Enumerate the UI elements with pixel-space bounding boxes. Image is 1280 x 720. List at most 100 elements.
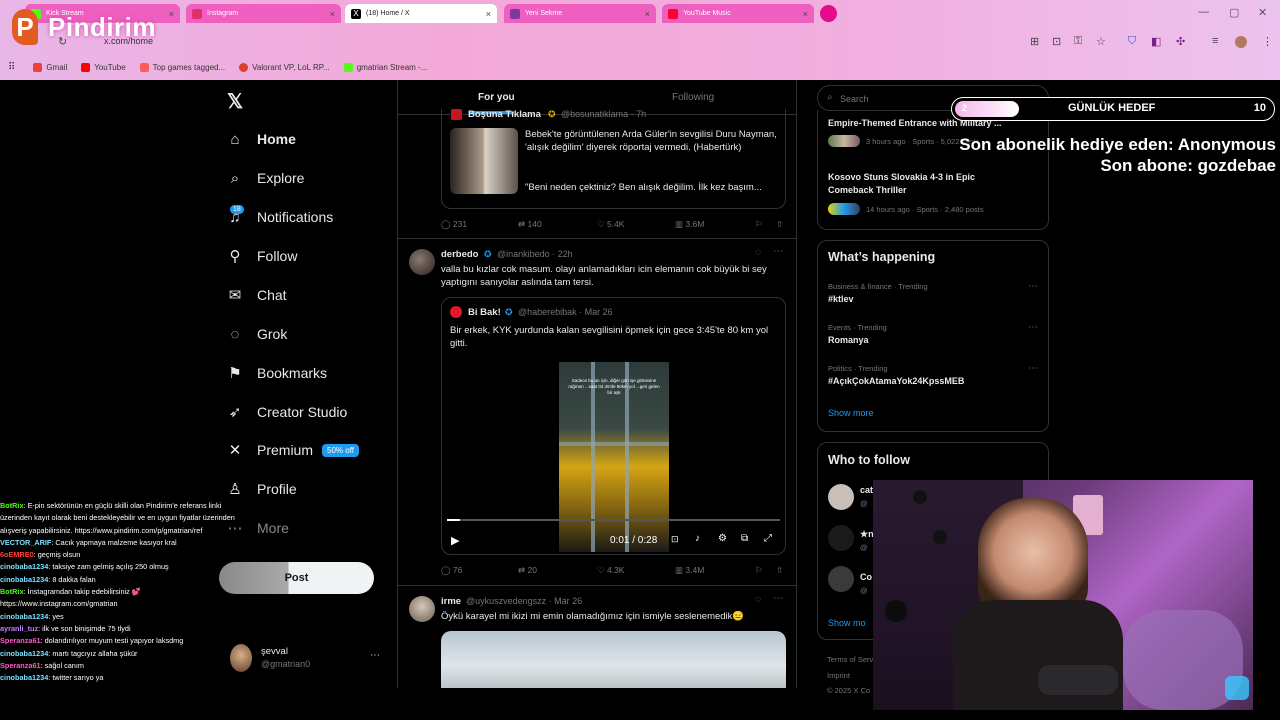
minimize-icon[interactable]: — (1198, 6, 1209, 18)
show-more-link[interactable]: Show more (828, 408, 874, 418)
reply-button[interactable]: ◯ 231 (441, 219, 467, 230)
like-button[interactable]: ♡ 4.3K (597, 565, 624, 576)
maximize-icon[interactable]: ▢ (1229, 6, 1239, 19)
play-icon[interactable]: ▶ (451, 534, 459, 547)
sidebar-item-chat[interactable]: ✉ Chat (226, 286, 287, 304)
bookmark-icon[interactable]: ⚐ (755, 565, 763, 576)
video-player[interactable]: Sadece bu an için, diğer gün işe gitmesi… (559, 362, 669, 552)
more-icon[interactable]: ⋯ (370, 650, 380, 661)
new-tab-button[interactable] (820, 5, 837, 22)
follow-name[interactable]: Co (860, 572, 872, 582)
sidebar-item-bookmarks[interactable]: ⚑ Bookmarks (226, 364, 327, 382)
puzzle-icon[interactable]: ✣ (1176, 35, 1185, 48)
quoted-image[interactable] (450, 128, 518, 194)
quoted-tweet[interactable]: Boşuna Tıklama ✪ @bosunatiklama · 7h Beb… (441, 109, 786, 209)
repost-button[interactable]: ⇄ 20 (518, 565, 537, 576)
tweet[interactable]: derbedo ✪ @inankibedo · 22h ◌ ⋯ valla bu… (398, 239, 796, 586)
close-icon[interactable]: × (169, 9, 174, 19)
chat-username[interactable]: cinobaba1234 (0, 575, 48, 584)
repost-button[interactable]: ⇄ 140 (518, 219, 542, 230)
more-icon[interactable]: ⋯ (1028, 322, 1038, 333)
key-icon[interactable]: ⚿ (1074, 35, 1082, 48)
kebab-menu-icon[interactable]: ⋮ (1262, 35, 1273, 48)
close-icon[interactable]: × (803, 9, 808, 19)
more-icon[interactable]: ⋯ (773, 246, 783, 257)
apps-grid-icon[interactable]: ⠿ (8, 62, 15, 73)
extension-icon[interactable]: ◧ (1151, 35, 1161, 48)
sidebar-item-creator-studio[interactable]: ➶ Creator Studio (226, 403, 348, 421)
tab-for-you[interactable]: For you (478, 92, 515, 103)
fullscreen-icon[interactable]: ⤢ (764, 533, 772, 544)
avatar[interactable] (1235, 36, 1247, 48)
chat-username[interactable]: BotRix (0, 501, 24, 510)
bookmark-gmail[interactable]: Gmail (33, 62, 67, 72)
share-icon[interactable]: ⇧ (776, 565, 783, 576)
user-name[interactable]: derbedo (441, 249, 478, 260)
chat-username[interactable]: Speranza61 (0, 636, 41, 645)
chat-username[interactable]: BotRix (0, 587, 24, 596)
sidebar-item-grok[interactable]: ◌ Grok (226, 325, 288, 343)
video-progress-track[interactable] (447, 519, 780, 521)
tab-following[interactable]: Following (672, 92, 714, 103)
footer-link[interactable]: Terms of Serv (827, 655, 873, 664)
tab-youtube-music[interactable]: YouTube Music × (662, 4, 814, 23)
settings-icon[interactable]: ⚙ (718, 533, 727, 544)
follow-name[interactable]: ★n (860, 529, 874, 540)
url-text[interactable]: x.com/home (104, 36, 153, 46)
trend-title[interactable]: #ktlev (828, 294, 854, 304)
captions-icon[interactable]: ⊡ (671, 534, 679, 545)
avatar[interactable] (409, 596, 435, 622)
avatar[interactable] (409, 249, 435, 275)
close-icon[interactable]: × (645, 9, 650, 19)
close-icon[interactable]: × (486, 9, 491, 19)
close-icon[interactable]: × (330, 9, 335, 19)
follow-name[interactable]: cat (860, 485, 873, 495)
views-button[interactable]: ▥ 3.4M (675, 565, 704, 576)
share-icon[interactable]: ⇧ (776, 219, 783, 230)
tab-x-home[interactable]: X (18) Home / X × (345, 4, 497, 23)
more-icon[interactable]: ⋯ (773, 593, 783, 604)
tab-instagram[interactable]: Instagram × (186, 4, 341, 23)
footer-link[interactable]: Imprint (827, 671, 850, 680)
sidebar-item-home[interactable]: ⌂ Home (226, 130, 295, 148)
chat-username[interactable]: 6oEMRE0 (0, 550, 34, 559)
chat-username[interactable]: VECTOR_ARIF (0, 538, 51, 547)
x-logo-icon[interactable]: 𝕏 (227, 89, 243, 114)
pip-icon[interactable]: ⧉ (741, 533, 748, 544)
chat-username[interactable]: ayranli_tuz (0, 624, 38, 633)
sidebar-item-explore[interactable]: ⌕ Explore (226, 169, 305, 187)
trend-title[interactable]: #AçıkÇokAtamaYok24KpssMEB (828, 376, 964, 386)
translate-icon[interactable]: ⊞ (1030, 35, 1039, 48)
chat-username[interactable]: Speranza61 (0, 661, 41, 670)
show-more-link[interactable]: Show mo (828, 618, 866, 628)
sidebar-item-follow[interactable]: ⚲ Follow (226, 247, 298, 265)
tweet[interactable]: Boşuna Tıklama ✪ @bosunatiklama · 7h Beb… (398, 109, 796, 239)
avatar[interactable] (828, 484, 854, 510)
bookmark-youtube[interactable]: YouTube (81, 62, 126, 72)
bookmark-valorant[interactable]: Valorant VP, LoL RP... (239, 62, 330, 72)
views-button[interactable]: ▥ 3.6M (675, 219, 704, 230)
address-bar[interactable]: x.com/home (90, 33, 1020, 51)
chat-username[interactable]: cinobaba1234 (0, 649, 48, 658)
tweet[interactable]: irme @uykuszvedengszz · Mar 26 ◌ ⋯ Öykü … (398, 586, 796, 688)
star-icon[interactable]: ☆ (1096, 35, 1106, 48)
sidebar-item-profile[interactable]: ♙ Profile (226, 480, 296, 498)
sidebar-item-premium[interactable]: ✕ Premium 50% off (226, 441, 359, 459)
user-name[interactable]: irme (441, 596, 461, 607)
like-button[interactable]: ♡ 5.4K (597, 219, 624, 230)
trend-title[interactable]: Romanya (828, 335, 869, 345)
shield-icon[interactable]: ⛉ (1128, 35, 1136, 48)
grok-icon[interactable]: ◌ (755, 594, 761, 605)
chat-username[interactable]: cinobaba1234 (0, 562, 48, 571)
more-icon[interactable]: ⋯ (1028, 281, 1038, 292)
reply-button[interactable]: ◯ 76 (441, 565, 462, 576)
tweet-image[interactable] (441, 631, 786, 688)
menu-list-icon[interactable]: ≡ (1212, 35, 1218, 47)
chat-username[interactable]: cinobaba1234 (0, 612, 48, 621)
avatar[interactable] (828, 566, 854, 592)
reload-icon[interactable]: ↻ (58, 35, 67, 48)
bookmark-kick[interactable]: gmatrian Stream -... (343, 62, 427, 72)
close-window-icon[interactable]: ✕ (1258, 6, 1267, 19)
tab-new[interactable]: Yeni Sekme × (504, 4, 656, 23)
post-button[interactable]: Post (219, 562, 374, 594)
